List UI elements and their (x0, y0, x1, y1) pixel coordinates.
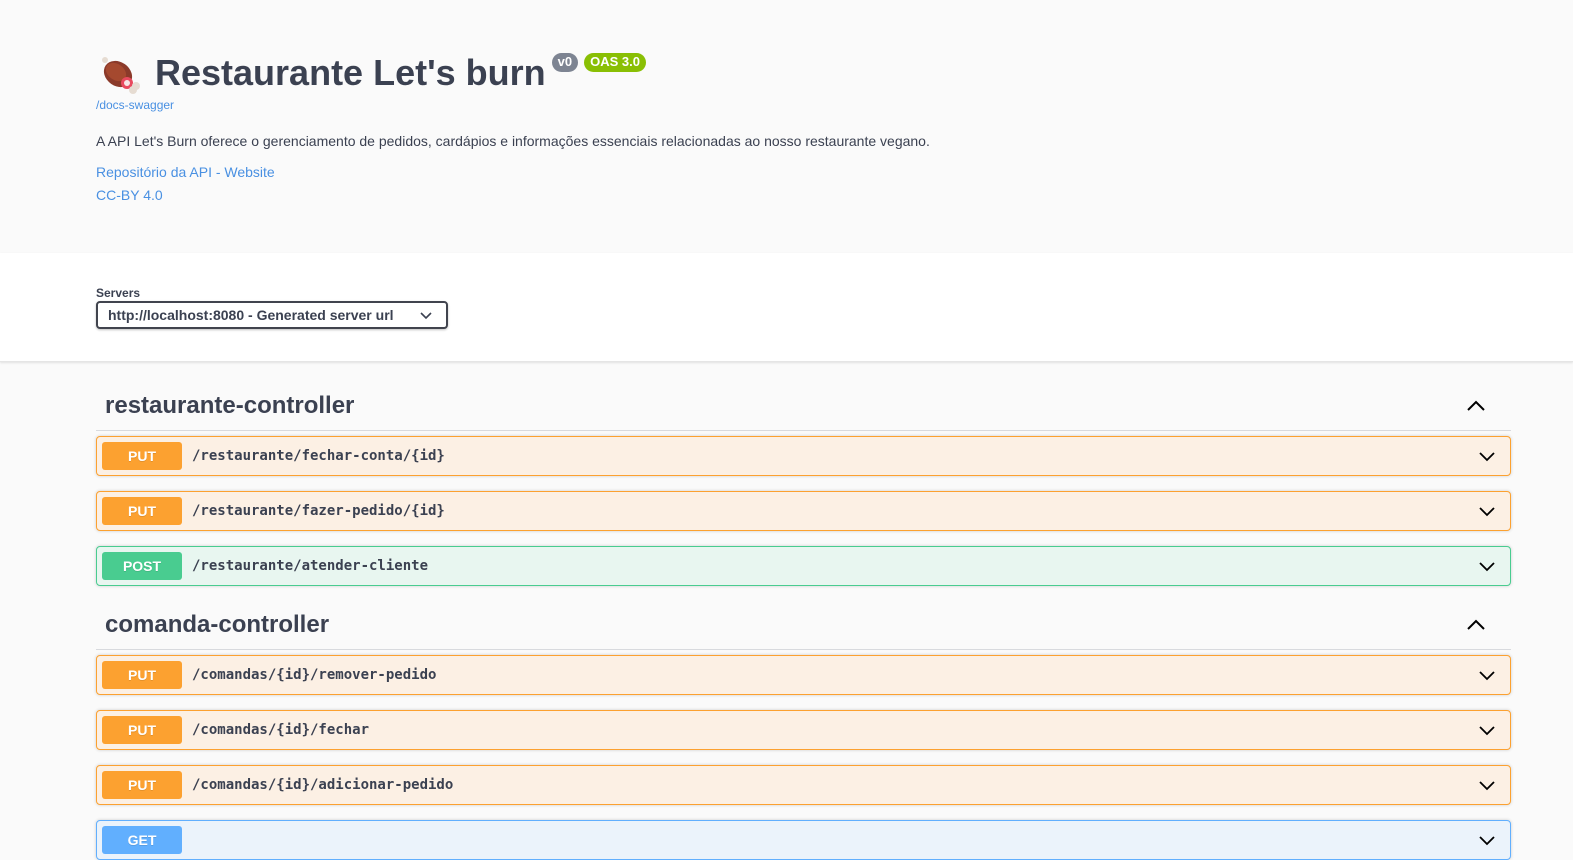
operation-row[interactable]: PUT /comandas/{id}/fechar (96, 710, 1511, 750)
operation-row[interactable]: POST /restaurante/atender-cliente (96, 546, 1511, 586)
operation-row[interactable]: PUT /restaurante/fechar-conta/{id} (96, 436, 1511, 476)
tag-header-restaurante[interactable]: restaurante-controller (96, 381, 1511, 431)
operation-row[interactable]: PUT /restaurante/fazer-pedido/{id} (96, 491, 1511, 531)
operation-path: /restaurante/atender-cliente (192, 558, 429, 574)
chevron-down-icon[interactable] (1478, 668, 1496, 682)
operation-path: /comandas/{id}/remover-pedido (192, 667, 437, 683)
operation-path: /comandas/{id}/adicionar-pedido (192, 777, 454, 793)
tag-name: comanda-controller (105, 610, 330, 638)
method-badge: PUT (102, 497, 182, 525)
tag-header-comanda[interactable]: comanda-controller (96, 600, 1511, 650)
servers-selected-value: http://localhost:8080 - Generated server… (108, 307, 394, 323)
repo-link[interactable]: Repositório da API - Website (96, 164, 275, 180)
operation-path: /comandas/{id}/fechar (192, 722, 370, 738)
chevron-down-icon[interactable] (1478, 559, 1496, 573)
api-description: A API Let's Burn oferece o gerenciamento… (96, 133, 930, 149)
chevron-down-icon[interactable] (1478, 449, 1496, 463)
meat-icon (102, 57, 140, 94)
servers-select[interactable]: http://localhost:8080 - Generated server… (96, 301, 448, 329)
method-badge: GET (102, 826, 182, 854)
base-url-link[interactable]: /docs-swagger (96, 98, 174, 112)
page-title: Restaurante Let's burn (155, 52, 546, 93)
chevron-down-icon[interactable] (1478, 833, 1496, 847)
method-badge: PUT (102, 771, 182, 799)
license-link[interactable]: CC-BY 4.0 (96, 187, 163, 203)
operation-row[interactable]: PUT /comandas/{id}/adicionar-pedido (96, 765, 1511, 805)
tag-section-restaurante: restaurante-controller (96, 381, 1511, 431)
operation-row[interactable]: PUT /comandas/{id}/remover-pedido (96, 655, 1511, 695)
tag-name: restaurante-controller (105, 391, 355, 419)
tag-section-comanda: comanda-controller (96, 600, 1511, 650)
chevron-up-icon[interactable] (1466, 615, 1486, 635)
method-badge: POST (102, 552, 182, 580)
title-row: Restaurante Let's burn v0 OAS 3.0 (96, 50, 646, 98)
method-badge: PUT (102, 442, 182, 470)
operation-path: /restaurante/fechar-conta/{id} (192, 448, 445, 464)
chevron-down-icon[interactable] (1478, 504, 1496, 518)
chevron-down-icon (420, 312, 432, 320)
method-badge: PUT (102, 661, 182, 689)
method-badge: PUT (102, 716, 182, 744)
version-badge: v0 (551, 53, 579, 72)
chevron-down-icon[interactable] (1478, 723, 1496, 737)
info-section: Restaurante Let's burn v0 OAS 3.0 /docs-… (0, 0, 1573, 253)
chevron-down-icon[interactable] (1478, 778, 1496, 792)
servers-section: Servers http://localhost:8080 - Generate… (0, 253, 1573, 362)
operation-row[interactable]: GET (96, 820, 1511, 860)
chevron-up-icon[interactable] (1466, 396, 1486, 416)
servers-label: Servers (96, 286, 141, 300)
oas-badge: OAS 3.0 (584, 53, 646, 72)
operation-path: /restaurante/fazer-pedido/{id} (192, 503, 445, 519)
